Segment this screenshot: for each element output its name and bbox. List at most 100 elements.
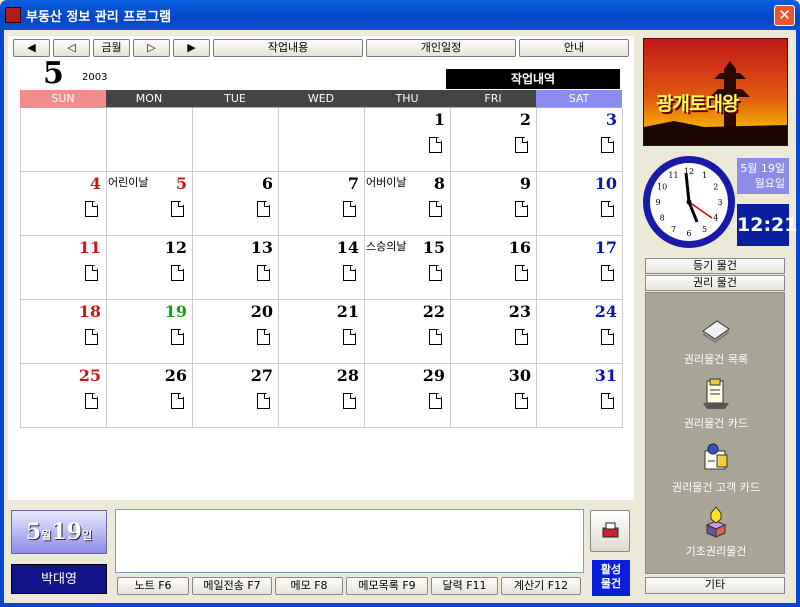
calendar-day-cell[interactable]: 17 (537, 236, 623, 300)
calendar-day-cell[interactable]: 3 (537, 108, 623, 172)
user-name[interactable]: 박대영 (11, 564, 107, 594)
memo-f8-button[interactable]: 메모 F8 (275, 577, 343, 595)
note-icon[interactable] (429, 265, 442, 281)
calendar-day-cell[interactable]: 5 어린이날 (107, 172, 193, 236)
note-icon[interactable] (85, 393, 98, 409)
note-icon[interactable] (343, 201, 356, 217)
note-icon[interactable] (85, 329, 98, 345)
calendar-day-cell[interactable] (21, 108, 107, 172)
calendar-day-cell[interactable]: 10 (537, 172, 623, 236)
calendar-day-cell[interactable]: 25 (21, 364, 107, 428)
customer-card-icon (704, 443, 728, 470)
note-icon[interactable] (171, 329, 184, 345)
note-icon[interactable] (601, 329, 614, 345)
calendar-day-cell[interactable]: 18 (21, 300, 107, 364)
note-icon[interactable] (257, 201, 270, 217)
calendar-day-cell[interactable]: 7 (279, 172, 365, 236)
note-icon[interactable] (601, 201, 614, 217)
memo-textarea[interactable] (115, 509, 584, 573)
calendar-day-cell[interactable]: 14 (279, 236, 365, 300)
calendar-day-cell[interactable]: 28 (279, 364, 365, 428)
tab-rights-items[interactable]: 권리 물건 (645, 275, 785, 291)
calendar-f11-button[interactable]: 달력 F11 (431, 577, 498, 595)
calendar-day-cell[interactable]: 11 (21, 236, 107, 300)
basic-rights-item[interactable]: 기초권리물건 (646, 505, 786, 559)
calendar-day-cell[interactable]: 19 (107, 300, 193, 364)
side-menu: 권리물건 목록 권리물건 카드 권리물건 고객 카드 기초권리물건 (645, 292, 785, 574)
calendar-day-cell[interactable]: 4 (21, 172, 107, 236)
note-icon[interactable] (515, 329, 528, 345)
calendar-day-cell[interactable]: 15 스승의날 (365, 236, 451, 300)
note-icon[interactable] (515, 393, 528, 409)
calendar-day-cell[interactable]: 22 (365, 300, 451, 364)
note-icon[interactable] (601, 393, 614, 409)
calendar-day-cell[interactable]: 23 (451, 300, 537, 364)
calendar-day-cell[interactable]: 31 (537, 364, 623, 428)
rights-item-list[interactable]: 권리물건 목록 (646, 313, 786, 367)
tab-work[interactable]: 작업내용 (213, 39, 363, 57)
calendar-day-cell[interactable] (279, 108, 365, 172)
calendar-day-cell[interactable] (193, 108, 279, 172)
note-icon[interactable] (515, 137, 528, 153)
day-number: 13 (250, 238, 273, 257)
note-icon[interactable] (85, 265, 98, 281)
note-icon[interactable] (171, 265, 184, 281)
note-icon[interactable] (429, 137, 442, 153)
note-icon[interactable] (85, 201, 98, 217)
calendar-day-cell[interactable]: 1 (365, 108, 451, 172)
note-icon[interactable] (429, 201, 442, 217)
next-month-button[interactable]: ▷ (133, 39, 170, 57)
calendar-day-cell[interactable]: 29 (365, 364, 451, 428)
rights-item-customer-card-label: 권리물건 고객 카드 (672, 481, 760, 494)
calendar-day-cell[interactable]: 8 어버이날 (365, 172, 451, 236)
rights-item-customer-card[interactable]: 권리물건 고객 카드 (646, 441, 786, 495)
calendar-day-cell[interactable] (107, 108, 193, 172)
print-button[interactable] (590, 510, 630, 552)
note-icon[interactable] (171, 393, 184, 409)
note-icon[interactable] (429, 393, 442, 409)
note-icon[interactable] (601, 265, 614, 281)
tab-guide[interactable]: 안내 (519, 39, 629, 57)
close-button[interactable]: ✕ (774, 5, 795, 26)
clock-numeral: 1 (702, 171, 707, 180)
note-f6-button[interactable]: 노트 F6 (117, 577, 189, 595)
prev-year-button[interactable]: ◀ (13, 39, 50, 57)
calendar-day-cell[interactable]: 27 (193, 364, 279, 428)
note-icon[interactable] (257, 393, 270, 409)
day-number: 18 (78, 302, 101, 321)
mail-f7-button[interactable]: 메일전송 F7 (192, 577, 272, 595)
note-icon[interactable] (515, 201, 528, 217)
calendar-day-cell[interactable]: 26 (107, 364, 193, 428)
calendar-grid: 1 2 3 4 5 어린이날 6 7 8 어버이날 9 10 11 12 13 14 15 스승의날 16 17 18 1… (20, 107, 623, 429)
calculator-f12-button[interactable]: 계산기 F12 (501, 577, 581, 595)
calendar-day-cell[interactable]: 16 (451, 236, 537, 300)
note-icon[interactable] (171, 201, 184, 217)
calendar-day-cell[interactable]: 20 (193, 300, 279, 364)
note-icon[interactable] (257, 265, 270, 281)
note-icon[interactable] (343, 265, 356, 281)
this-month-button[interactable]: 금월 (93, 39, 130, 57)
note-icon[interactable] (343, 393, 356, 409)
calendar-day-cell[interactable]: 9 (451, 172, 537, 236)
next-year-button[interactable]: ▶ (173, 39, 210, 57)
calendar-day-cell[interactable]: 24 (537, 300, 623, 364)
rights-item-card[interactable]: 권리물건 카드 (646, 377, 786, 431)
calendar-day-cell[interactable]: 12 (107, 236, 193, 300)
note-icon[interactable] (257, 329, 270, 345)
tab-registered-items[interactable]: 등기 물건 (645, 258, 785, 274)
note-icon[interactable] (515, 265, 528, 281)
day-number: 12 (164, 238, 187, 257)
memo-list-f9-button[interactable]: 메모목록 F9 (346, 577, 428, 595)
calendar-day-cell[interactable]: 13 (193, 236, 279, 300)
calendar-day-cell[interactable]: 21 (279, 300, 365, 364)
calendar-day-cell[interactable]: 2 (451, 108, 537, 172)
calendar-day-cell[interactable]: 30 (451, 364, 537, 428)
note-icon[interactable] (429, 329, 442, 345)
note-icon[interactable] (601, 137, 614, 153)
note-icon[interactable] (343, 329, 356, 345)
calendar-day-cell[interactable]: 6 (193, 172, 279, 236)
prev-month-button[interactable]: ◁ (53, 39, 90, 57)
tab-personal[interactable]: 개인일정 (366, 39, 516, 57)
active-items-button[interactable]: 활성 물건 (592, 560, 630, 596)
other-button[interactable]: 기타 (645, 577, 785, 594)
